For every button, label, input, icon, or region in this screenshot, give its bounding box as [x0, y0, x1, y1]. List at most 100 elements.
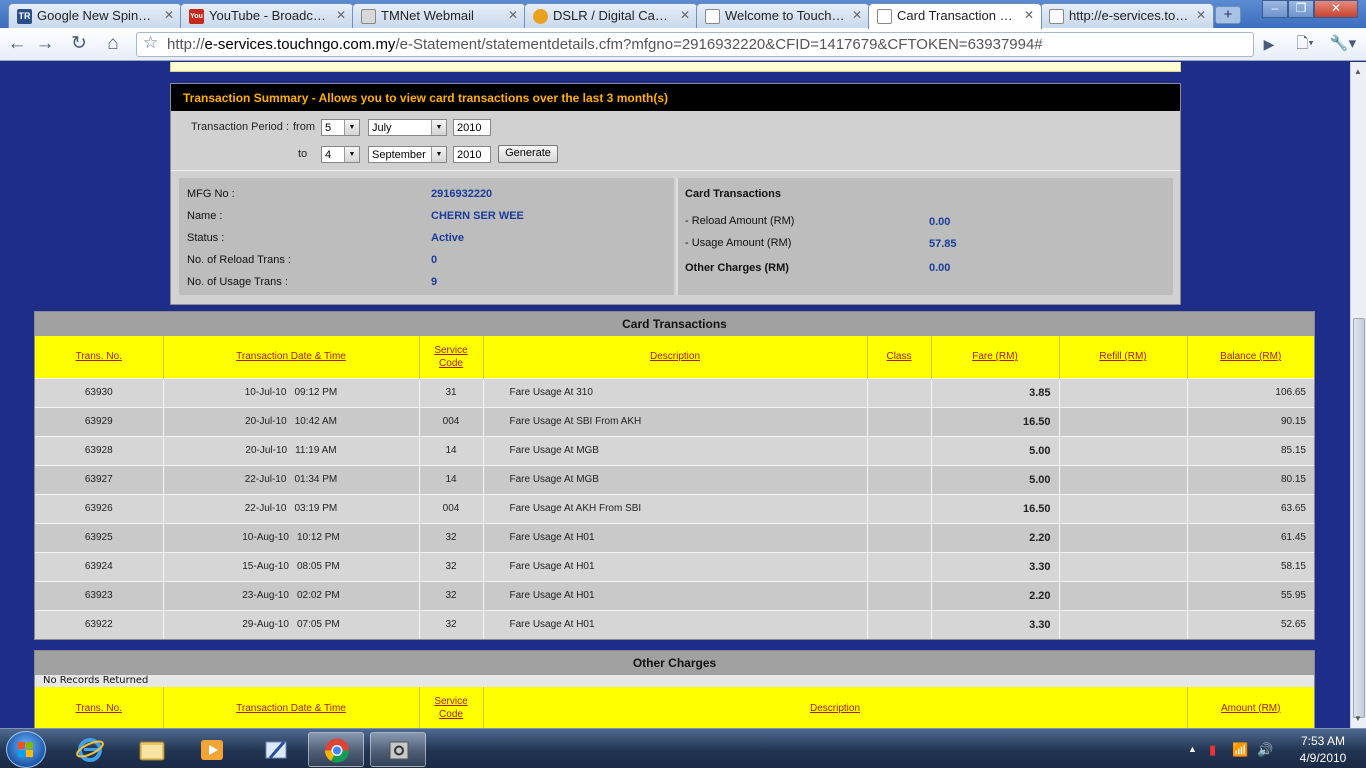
fare-cell: 3.30: [931, 609, 1060, 639]
reload-icon[interactable]: ↻: [66, 33, 92, 57]
time-text: 07:05 PM: [296, 619, 340, 631]
table-caption: Card Transactions: [35, 312, 1314, 336]
page-menu-icon[interactable]: 🗋▾: [1290, 33, 1320, 57]
card-info-box: MFG No : 2916932220 Name : CHERN SER WEE…: [179, 178, 674, 295]
close-tab-icon[interactable]: ✕: [508, 8, 518, 22]
to-year-input[interactable]: 2010: [453, 146, 491, 163]
close-window-button[interactable]: ✕: [1314, 0, 1358, 18]
close-tab-icon[interactable]: ✕: [336, 8, 346, 22]
page-favicon-icon: [877, 9, 892, 24]
from-year-input[interactable]: 2010: [453, 119, 491, 136]
close-tab-icon[interactable]: ✕: [680, 8, 690, 22]
forward-arrow-icon[interactable]: →: [32, 33, 58, 57]
tr-favicon-icon: TR: [17, 9, 32, 24]
service-code-cell: 31: [419, 377, 484, 407]
taskbar-media-player[interactable]: [184, 732, 240, 767]
date-time-cell: 10-Jul-10 09:12 PM: [163, 377, 420, 407]
tab-google-news[interactable]: TR Google New Spinnin... ✕: [8, 3, 182, 28]
col-amount[interactable]: Amount (RM): [1187, 687, 1314, 728]
mfg-value: 2916932220: [431, 188, 493, 200]
table-row: 63924 15-Aug-10 08:05 PM 32 Fare Usage At H0…: [35, 551, 1314, 581]
close-tab-icon[interactable]: ✕: [1024, 8, 1034, 22]
transaction-summary-panel: Transaction Summary - Allows you to view…: [170, 83, 1181, 305]
taskbar-paint[interactable]: [248, 732, 304, 767]
url-path: /e-Statement/statementdetails.cfm?mfgno=…: [395, 36, 1043, 53]
tab-card-transaction[interactable]: Card Transaction Det... ✕: [868, 3, 1042, 29]
balance-cell: 80.15: [1187, 464, 1314, 494]
from-day-select[interactable]: 5 ▼: [321, 119, 360, 136]
close-tab-icon[interactable]: ✕: [1196, 8, 1206, 22]
taskbar-internet-explorer[interactable]: [62, 732, 118, 767]
signal-icon[interactable]: 📶: [1232, 742, 1248, 758]
address-bar[interactable]: ☆ http://e-services.touchngo.com.my/e-St…: [136, 32, 1254, 57]
scroll-down-icon[interactable]: ▼: [1354, 714, 1362, 723]
col-date-time[interactable]: Transaction Date & Time: [163, 336, 420, 378]
col-description[interactable]: Description: [483, 687, 1188, 728]
col-description[interactable]: Description: [483, 336, 868, 378]
clock-time[interactable]: 7:53 AM: [1293, 734, 1353, 748]
trans-no-cell: 63928: [35, 435, 164, 465]
tab-dslr[interactable]: DSLR / Digital Camer... ✕: [524, 3, 698, 28]
sun-favicon-icon: [533, 9, 548, 24]
from-month-select[interactable]: July ▼: [368, 119, 447, 136]
close-tab-icon[interactable]: ✕: [852, 8, 862, 22]
tab-welcome-touchngo[interactable]: Welcome to Touch'n... ✕: [696, 3, 870, 28]
scroll-thumb[interactable]: [1353, 318, 1365, 718]
volume-icon[interactable]: 🔊: [1257, 742, 1273, 758]
refill-cell: [1059, 522, 1188, 552]
date-time-cell: 20-Jul-10 11:19 AM: [163, 435, 420, 465]
show-hidden-icons-icon[interactable]: ▲: [1188, 744, 1197, 754]
transactions-body: 63930 10-Jul-10 09:12 PM 31 Fare Usage At 31…: [35, 377, 1314, 639]
col-class[interactable]: Class: [867, 336, 932, 378]
tab-youtube[interactable]: You YouTube - Broadcast... ✕: [180, 3, 354, 28]
taskbar-explorer[interactable]: [124, 732, 180, 767]
balance-cell: 90.15: [1187, 406, 1314, 436]
home-icon[interactable]: ⌂: [100, 33, 126, 57]
back-arrow-icon[interactable]: ←: [4, 33, 30, 57]
chevron-down-icon: ▼: [431, 147, 446, 162]
class-cell: [867, 580, 932, 610]
to-day-select[interactable]: 4 ▼: [321, 146, 360, 163]
col-date-time[interactable]: Transaction Date & Time: [163, 687, 420, 728]
vertical-scrollbar[interactable]: ▲ ▼: [1350, 62, 1366, 728]
col-service-code[interactable]: Service Code: [419, 687, 484, 728]
date-text: 29-Aug-10: [242, 619, 289, 631]
browser-tab-strip: TR Google New Spinnin... ✕ You YouTube -…: [0, 0, 1366, 29]
col-service-code[interactable]: Service Code: [419, 336, 484, 378]
refill-cell: [1059, 493, 1188, 523]
new-tab-button[interactable]: +: [1215, 6, 1241, 24]
minimize-button[interactable]: –: [1262, 0, 1288, 18]
taskbar-chrome[interactable]: [308, 732, 364, 767]
battery-icon[interactable]: ▮: [1209, 742, 1216, 758]
play-icon[interactable]: ▶: [1256, 33, 1282, 57]
time-text: 10:42 AM: [294, 416, 337, 427]
col-fare[interactable]: Fare (RM): [931, 336, 1060, 378]
wrench-menu-icon[interactable]: 🔧▾: [1326, 33, 1360, 57]
col-balance[interactable]: Balance (RM): [1187, 336, 1314, 378]
service-code-cell: 32: [419, 522, 484, 552]
generate-button[interactable]: Generate: [498, 145, 558, 163]
col-trans-no[interactable]: Trans. No.: [35, 687, 164, 728]
chevron-down-icon: ▼: [344, 120, 359, 135]
tab-tmnet-webmail[interactable]: TMNet Webmail ✕: [352, 3, 526, 28]
page-viewport: Transaction Summary - Allows you to view…: [0, 62, 1350, 728]
trans-no-cell: 63924: [35, 551, 164, 581]
start-button[interactable]: [6, 731, 46, 768]
maximize-button[interactable]: ❐: [1288, 0, 1314, 18]
close-tab-icon[interactable]: ✕: [164, 8, 174, 22]
col-trans-no[interactable]: Trans. No.: [35, 336, 164, 378]
class-cell: [867, 377, 932, 407]
app-window-icon: [389, 741, 409, 760]
tab-e-services[interactable]: http://e-services.tou... ✕: [1040, 3, 1214, 28]
trans-no-cell: 63922: [35, 609, 164, 639]
clock-date[interactable]: 4/9/2010: [1291, 751, 1355, 765]
bookmark-star-icon[interactable]: ☆: [143, 33, 158, 53]
card-transactions-title: Card Transactions: [685, 188, 781, 200]
table-row: 63926 22-Jul-10 03:19 PM 004 Fare Usage At A…: [35, 493, 1314, 523]
taskbar-app[interactable]: [370, 732, 426, 767]
tab-label: DSLR / Digital Camer...: [553, 8, 673, 23]
scroll-up-icon[interactable]: ▲: [1354, 67, 1362, 76]
col-refill[interactable]: Refill (RM): [1059, 336, 1188, 378]
to-month-select[interactable]: September ▼: [368, 146, 447, 163]
other-charges-value: 0.00: [929, 262, 951, 274]
